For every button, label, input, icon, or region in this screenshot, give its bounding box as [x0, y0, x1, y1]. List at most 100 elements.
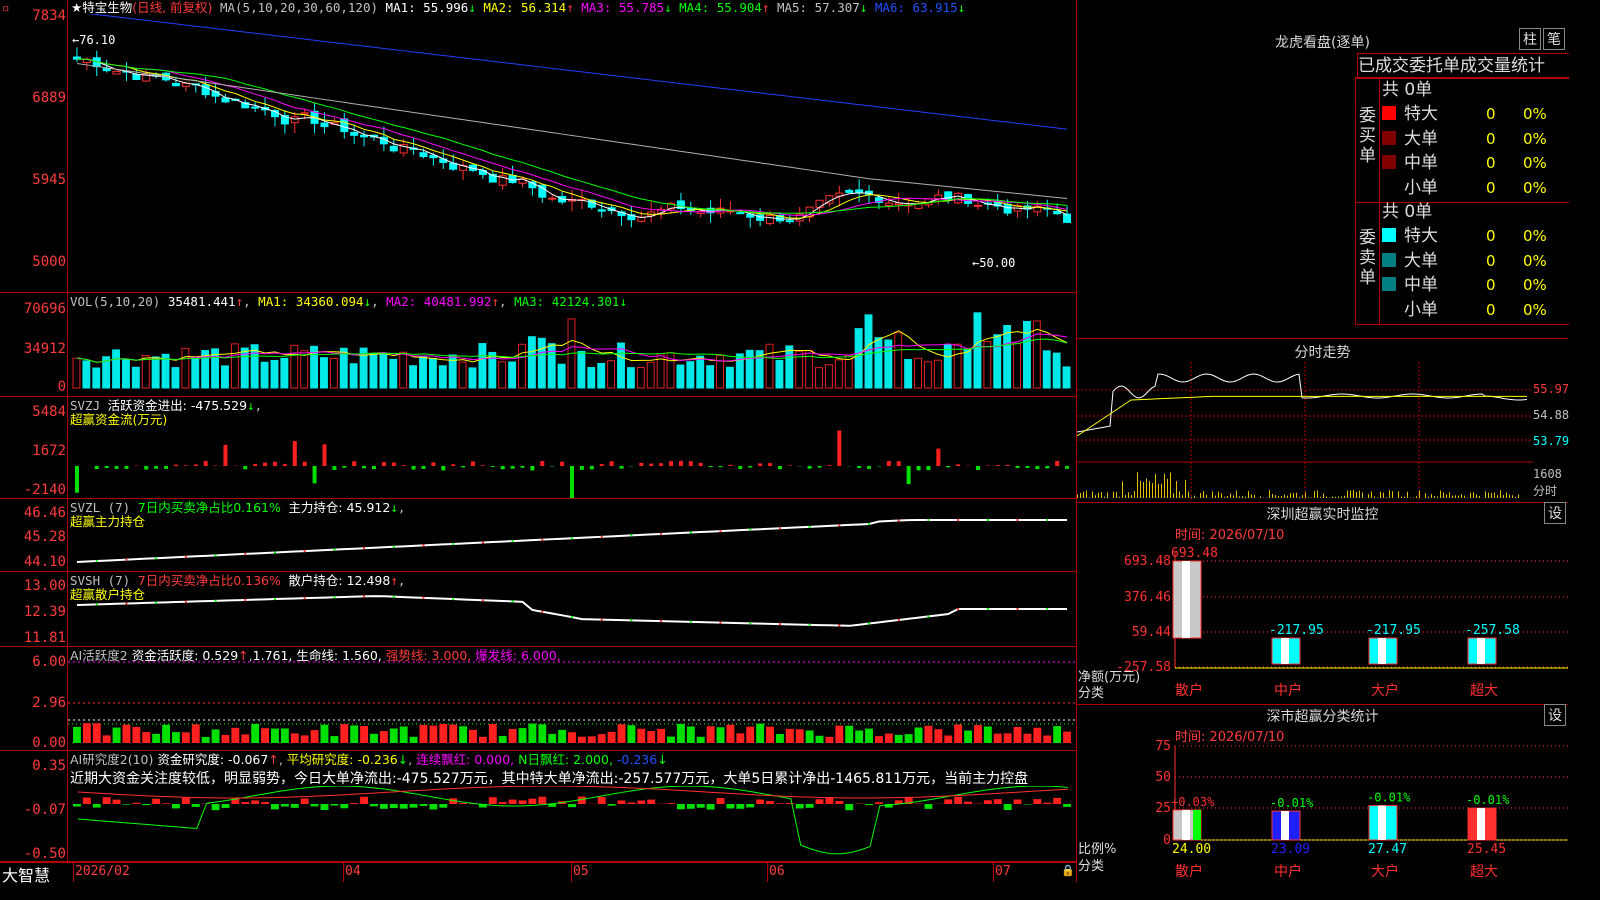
activity-bar: [271, 728, 279, 743]
flow-bar: [936, 448, 941, 466]
intraday-vol-bar: [1221, 493, 1222, 498]
flow-bar: [906, 466, 911, 485]
holding-dot: [155, 601, 158, 604]
lock-icon[interactable]: 🔒: [1061, 864, 1075, 877]
flow-bar: [114, 466, 119, 469]
activity-bar: [92, 723, 101, 743]
tick-mode-button[interactable]: 笔: [1543, 28, 1565, 50]
holding-dot: [778, 623, 781, 626]
intraday-vol-bar: [1200, 493, 1201, 498]
candle-body: [736, 212, 745, 215]
flow-bar: [748, 466, 753, 468]
research-bar: [498, 802, 507, 804]
holding-dot: [957, 608, 960, 610]
flow-bar: [213, 465, 218, 466]
research-bar: [1053, 797, 1062, 804]
holding-dot: [363, 595, 366, 598]
flow-bar: [292, 441, 297, 466]
ma6-line: [87, 14, 1068, 130]
intraday-vol-bar: [1254, 494, 1255, 498]
dragon-tiger-title: 龙虎看盘(逐单): [1275, 35, 1370, 51]
value-bar-highlight: [1182, 561, 1190, 638]
flow-bar: [193, 464, 198, 466]
activity-bar: [775, 733, 784, 743]
volume-bar: [527, 336, 536, 389]
volume-bar: [725, 366, 734, 389]
holding-dot: [511, 540, 514, 543]
x-tick: 05: [573, 864, 589, 879]
intraday-vol-bar: [1077, 494, 1078, 498]
research-bar: [686, 804, 695, 809]
svzj-chart[interactable]: [68, 398, 1076, 498]
bar-mode-button[interactable]: 柱: [1519, 28, 1541, 50]
y-tick: 0.00: [32, 735, 66, 751]
research-bar: [360, 796, 369, 804]
kline-mode[interactable]: (日线, 前复权): [132, 0, 212, 15]
volume-bar: [864, 314, 873, 389]
holding-dot: [392, 545, 395, 548]
flow-bar: [500, 466, 505, 470]
order-pct: 0%: [1523, 251, 1547, 270]
ai-activity-chart[interactable]: [68, 648, 1076, 750]
intraday-vol-bar: [1146, 478, 1147, 498]
holding-dot: [600, 618, 603, 621]
research-bar: [825, 797, 834, 804]
ai-research-chart[interactable]: [68, 786, 1076, 862]
color-swatch: [1382, 252, 1396, 267]
research-bar: [379, 804, 388, 809]
volume-bar: [320, 357, 328, 389]
volume-bar: [270, 359, 279, 389]
order-row: 大单 0 0%: [1382, 127, 1569, 151]
ma-arrow: ↓: [468, 0, 476, 15]
flow-bar: [619, 466, 624, 469]
holding-dot: [660, 620, 663, 623]
holding-dot: [986, 608, 989, 610]
intraday-vol-bar: [1383, 492, 1384, 498]
intraday-vol-bar: [1491, 492, 1492, 498]
holding-dot: [630, 619, 633, 622]
intraday-vol-bar: [1506, 492, 1507, 498]
y-tick: -0.50: [23, 846, 66, 862]
kline-chart[interactable]: [68, 14, 1076, 292]
intraday-vol-bar: [1398, 491, 1399, 498]
activity-bar: [221, 734, 230, 743]
activity-bar: [409, 736, 418, 743]
intraday-vol-bar: [1275, 495, 1276, 498]
ai-research-header: AI研究度2(10) 资金研究度: -0.067↑, 平均研究度: -0.236…: [70, 752, 668, 767]
main-chart-area[interactable]: ▫ ★特宝生物(日线, 前复权) MA(5,10,20,30,60,120) M…: [0, 0, 1077, 885]
volume-bar: [1042, 350, 1051, 389]
intraday-vol-bar: [1137, 472, 1138, 498]
stock-name[interactable]: 特宝生物: [82, 0, 132, 15]
intraday-vol-bar: [1470, 492, 1471, 498]
research-bar: [815, 799, 824, 804]
svzl-chart[interactable]: [68, 500, 1076, 570]
intraday-vol-bar: [1149, 480, 1150, 498]
intraday-vol-bar: [1185, 479, 1186, 498]
intraday-chart[interactable]: [1077, 362, 1568, 502]
intraday-vol-bar: [1449, 492, 1450, 498]
intraday-vol-bar: [1473, 492, 1474, 498]
volume-bar: [369, 353, 378, 389]
intraday-vol-bar: [1443, 492, 1444, 498]
intraday-vol-bar: [1173, 493, 1174, 498]
activity-bar: [954, 724, 963, 743]
svsh-chart[interactable]: [68, 573, 1076, 645]
holding-dot: [571, 537, 573, 540]
holding-dot: [422, 596, 425, 599]
intraday-vol-bar: [1233, 495, 1234, 498]
volume-bar: [537, 337, 546, 389]
volume-chart[interactable]: [68, 308, 1076, 396]
candle-body: [934, 194, 943, 200]
holding-dot: [897, 519, 900, 522]
activity-bar: [835, 725, 844, 743]
y-tick: 11.81: [23, 630, 66, 646]
flow-bar: [560, 461, 565, 466]
activity-bar: [756, 723, 765, 743]
order-type: 中单: [1404, 275, 1438, 295]
holding-dot: [452, 542, 455, 545]
holding-dot: [392, 595, 395, 598]
x-axis: [0, 862, 1077, 883]
research-bar: [261, 802, 270, 804]
intraday-panel[interactable]: 分时走势 55.97 54.88 53.79 1608 分时: [1077, 338, 1569, 503]
flow-bar: [520, 466, 525, 468]
